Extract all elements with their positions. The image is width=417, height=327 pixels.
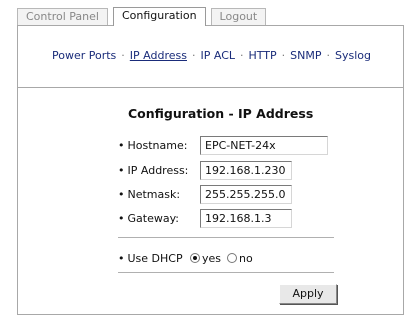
hostname-field[interactable]: EPC-NET-24x bbox=[200, 135, 328, 155]
form-divider bbox=[118, 237, 334, 238]
tab-configuration[interactable]: Configuration bbox=[112, 7, 206, 26]
ip-address-label: • IP Address: bbox=[118, 163, 189, 177]
tab-control-panel[interactable]: Control Panel bbox=[17, 8, 108, 25]
form-divider bbox=[118, 272, 334, 273]
ip-address-field[interactable]: 192.168.1.230 bbox=[200, 160, 292, 180]
dhcp-no-radio[interactable] bbox=[227, 253, 238, 263]
subnav-syslog[interactable]: Syslog bbox=[335, 49, 371, 62]
dhcp-no-label[interactable]: no bbox=[239, 252, 253, 265]
subnav-snmp[interactable]: SNMP bbox=[290, 49, 321, 62]
dhcp-yes-radio[interactable] bbox=[190, 253, 200, 263]
subnav-ip-acl[interactable]: IP ACL bbox=[200, 49, 235, 62]
gateway-row: • Gateway: 192.168.1.3 bbox=[118, 208, 292, 228]
subnav-separator: · bbox=[121, 49, 125, 62]
subnav-power-ports[interactable]: Power Ports bbox=[52, 49, 116, 62]
config-subnav: Power Ports · IP Address · IP ACL · HTTP · SNMP ·… bbox=[18, 26, 403, 88]
gateway-label: • Gateway: bbox=[118, 211, 179, 225]
configuration-panel: Power Ports · IP Address · IP ACL · HTTP · SNMP ·… bbox=[17, 25, 404, 315]
ip-address-row: • IP Address: 192.168.1.230 bbox=[118, 160, 292, 180]
dhcp-label: • Use DHCP bbox=[118, 251, 183, 265]
subnav-separator: · bbox=[326, 49, 331, 62]
subnav-separator: · bbox=[281, 49, 286, 62]
page-title: Configuration - IP Address bbox=[128, 106, 314, 121]
subnav-ip-address[interactable]: IP Address bbox=[130, 49, 187, 62]
dhcp-row: • Use DHCP yes no bbox=[118, 248, 259, 268]
subnav-http[interactable]: HTTP bbox=[249, 49, 277, 62]
subnav-separator: · bbox=[240, 49, 244, 62]
netmask-field[interactable]: 255.255.255.0 bbox=[200, 184, 292, 204]
apply-button[interactable]: Apply bbox=[279, 284, 337, 304]
netmask-row: • Netmask: 255.255.255.0 bbox=[118, 184, 292, 204]
tab-logout[interactable]: Logout bbox=[210, 8, 267, 25]
gateway-field[interactable]: 192.168.1.3 bbox=[200, 208, 292, 228]
netmask-label: • Netmask: bbox=[118, 187, 181, 201]
main-tabs: Control Panel Configuration Logout bbox=[17, 7, 271, 26]
hostname-row: • Hostname: EPC-NET-24x bbox=[118, 135, 328, 155]
hostname-label: • Hostname: bbox=[118, 138, 188, 152]
dhcp-yes-label[interactable]: yes bbox=[202, 252, 221, 265]
subnav-separator: · bbox=[191, 49, 196, 62]
